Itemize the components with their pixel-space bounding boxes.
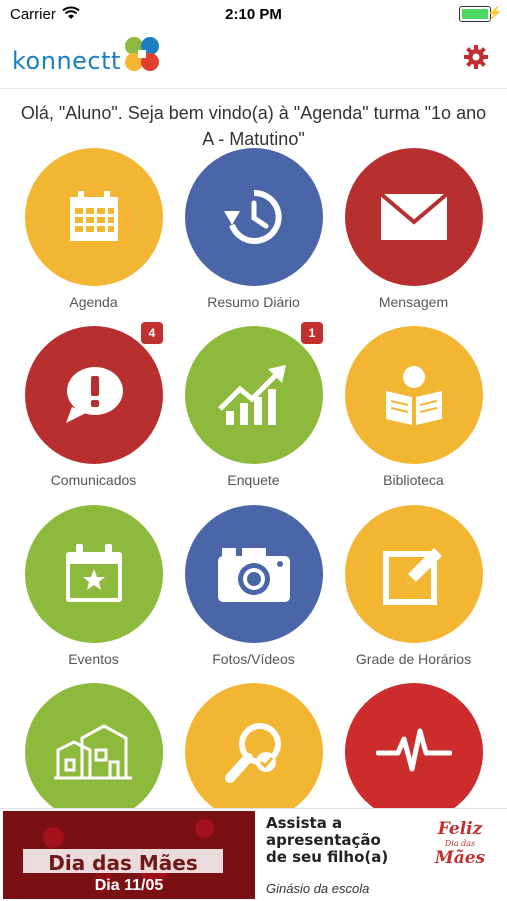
- banner-location: Ginásio da escola: [266, 881, 370, 896]
- edit-icon: [383, 548, 442, 605]
- tile-label: Resumo Diário: [207, 294, 300, 310]
- history-icon: [224, 189, 282, 244]
- tile-fotos-videos[interactable]: Fotos/Vídeos: [173, 505, 333, 683]
- tile-agenda[interactable]: Agenda: [13, 148, 173, 326]
- calendar-icon: [70, 191, 118, 241]
- tile-circle: [185, 683, 323, 821]
- tile-label: Grade de Horários: [355, 651, 472, 667]
- trending-chart-icon: [218, 365, 286, 425]
- feliz-text: Feliz: [437, 819, 483, 839]
- tile-label: Mensagem: [378, 294, 449, 310]
- status-bar: Carrier 2:10 PM ⚡: [0, 0, 507, 28]
- maes-text: Mães: [434, 848, 486, 868]
- top-nav-bar: konnectt: [0, 28, 507, 89]
- school-building-icon: [54, 724, 132, 780]
- dia-das-text: Dia das: [444, 839, 476, 848]
- puzzle-logo-icon: [125, 37, 159, 71]
- tile-resumo-diario[interactable]: Resumo Diário: [173, 148, 333, 326]
- tile-label: Fotos/Vídeos: [212, 651, 295, 667]
- tile-enquete[interactable]: 1 Enquete: [173, 320, 333, 504]
- reader-book-icon: [386, 366, 442, 425]
- welcome-message: Olá, "Aluno". Seja bem vindo(a) à "Agend…: [20, 103, 487, 149]
- envelope-icon: [379, 192, 449, 240]
- tile-circle: [345, 326, 483, 464]
- tile-circle: [185, 148, 323, 286]
- clock: 2:10 PM: [225, 6, 282, 23]
- gear-icon: [464, 45, 488, 69]
- camera-icon: [218, 548, 290, 602]
- banner-title: Dia das Mães: [48, 851, 198, 875]
- charging-icon: ⚡: [486, 5, 503, 20]
- tile-circle: [185, 326, 323, 464]
- tile-eventos[interactable]: Eventos: [13, 505, 173, 683]
- tile-comunicados[interactable]: 4 Comunicados: [13, 320, 173, 504]
- banner-roses-panel: Dia das Mães Dia 11/05: [3, 811, 255, 899]
- notification-badge: 1: [299, 320, 325, 346]
- tile-circle: [25, 683, 163, 821]
- tile-circle: [185, 505, 323, 643]
- tile-label: Biblioteca: [383, 472, 444, 488]
- search-check-icon: [225, 723, 281, 783]
- banner-line-2: apresentação: [266, 831, 381, 849]
- calendar-star-icon: [66, 544, 122, 602]
- banner-line-1: Assista a: [266, 814, 343, 832]
- feliz-dia-das-maes-logo: Feliz Dia das Mães: [418, 819, 502, 868]
- tile-circle: [25, 148, 163, 286]
- banner-info-panel: Assista a apresentação de seu filho(a) G…: [256, 811, 505, 899]
- banner-date: Dia 11/05: [94, 877, 164, 894]
- settings-button[interactable]: [463, 44, 489, 70]
- heartbeat-icon: [376, 728, 452, 772]
- tile-label: Enquete: [227, 472, 280, 488]
- banner-invite-text: Assista a apresentação de seu filho(a): [266, 815, 388, 866]
- notification-badge: 4: [139, 320, 165, 346]
- logo-text: konnectt: [12, 47, 121, 75]
- tile-circle: [25, 505, 163, 643]
- tile-circle: [25, 326, 163, 464]
- banner-line-3: de seu filho(a): [266, 848, 389, 866]
- alert-bubble-icon: [66, 367, 123, 423]
- tile-label: Eventos: [68, 651, 119, 667]
- tile-label: Comunicados: [50, 472, 137, 488]
- tile-circle: [345, 505, 483, 643]
- tile-circle: [345, 148, 483, 286]
- banner-title-box: Dia das Mães: [23, 849, 223, 875]
- tile-label: Agenda: [69, 294, 118, 310]
- tile-circle: [345, 683, 483, 821]
- tile-grade-de-horarios[interactable]: Grade de Horários: [333, 505, 493, 683]
- tile-biblioteca[interactable]: Biblioteca: [333, 326, 493, 504]
- ad-banner[interactable]: Dia das Mães Dia 11/05 Assista a apresen…: [0, 808, 507, 901]
- tile-mensagem[interactable]: Mensagem: [333, 148, 493, 326]
